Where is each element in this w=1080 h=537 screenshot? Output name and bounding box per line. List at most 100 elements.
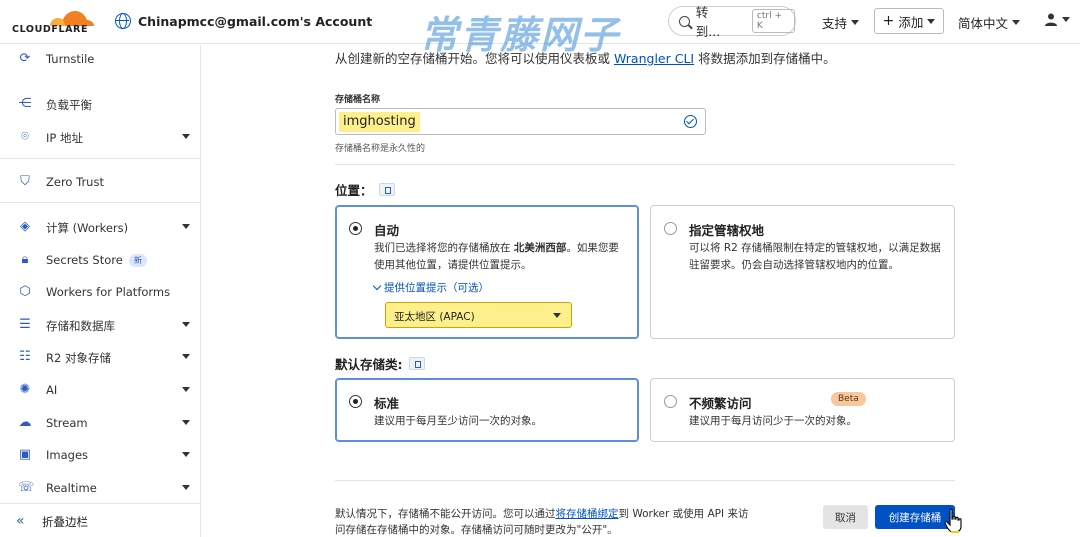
storage-class-title-text: 默认存储类: bbox=[335, 357, 403, 372]
hand-pointer-cursor-icon bbox=[944, 508, 962, 533]
sidebar-item-label: Stream bbox=[46, 416, 88, 430]
goto-label: 转到... bbox=[695, 5, 721, 39]
caret-down-icon bbox=[927, 18, 936, 24]
cube-icon: ⬡ bbox=[19, 284, 31, 299]
sidebar-item-label: Secrets Store bbox=[46, 253, 123, 267]
bucket-name-input[interactable]: imghosting bbox=[335, 108, 706, 135]
language-label: 简体中文 bbox=[958, 16, 1009, 31]
bucket-name-value: imghosting bbox=[339, 112, 420, 132]
sidebar-item-label: AI bbox=[46, 383, 58, 397]
storage-infrequent-title: 不频繁访问 bbox=[689, 396, 752, 411]
intro-prefix: 从创建新的空存储桶开始。您将可以使用仪表板或 bbox=[335, 51, 611, 66]
user-menu[interactable] bbox=[1044, 12, 1070, 26]
bucket-name-label: 存储桶名称 bbox=[335, 95, 381, 105]
ai-sparkle-icon: ✺ bbox=[19, 382, 31, 397]
location-auto-desc: 我们已选择将您的存储桶放在 北美洲西部。如果您要使用其他位置，请提供位置提示。 bbox=[374, 240, 629, 274]
location-jurisdiction-desc: 可以将 R2 存储桶限制在特定的管辖权地，以满足数据驻留要求。仍会自动选择管辖权… bbox=[689, 242, 941, 271]
sidebar-item-realtime[interactable]: ☏ Realtime bbox=[0, 476, 200, 500]
location-pin-icon: ⌾ bbox=[21, 129, 29, 144]
shield-icon: ⛉ bbox=[20, 174, 30, 189]
storage-infrequent-card[interactable]: 不频繁访问 Beta 建议用于每月访问少于一次的对象。 bbox=[650, 378, 955, 442]
location-jurisdiction-card[interactable]: 指定管辖权地 可以将 R2 存储桶限制在特定的管辖权地，以满足数据驻留要求。仍会… bbox=[650, 205, 955, 339]
add-label: 添加 bbox=[898, 14, 924, 30]
sidebar-item-ai[interactable]: ✺ AI bbox=[0, 378, 200, 402]
collapse-label: 折叠边栏 bbox=[42, 515, 88, 529]
sidebar-item-workers-for-platforms[interactable]: ⬡ Workers for Platforms bbox=[0, 280, 200, 304]
sidebar-item-images[interactable]: ▣ Images bbox=[0, 443, 200, 467]
create-bucket-button[interactable]: 创建存储桶 bbox=[875, 505, 955, 529]
location-hint-link-text: 提供位置提示（可选） bbox=[384, 282, 489, 294]
caret-down-icon bbox=[182, 224, 190, 229]
sidebar-item-storage-databases[interactable]: ☰ 存储和数据库 bbox=[0, 313, 200, 337]
account-label: Chinapmcc@gmail.com's Account bbox=[138, 13, 373, 29]
sidebar-item-workers[interactable]: ◈ 计算 (Workers) bbox=[0, 215, 200, 239]
chevron-down-icon bbox=[372, 281, 382, 291]
plus-icon: + bbox=[882, 13, 895, 29]
public-access-note: 默认情况下，存储桶不能公开访问。您可以通过将存储桶绑定到 Worker 或使用 … bbox=[335, 506, 755, 537]
globe-icon bbox=[115, 13, 131, 29]
realtime-icon: ☏ bbox=[18, 480, 35, 495]
user-icon bbox=[1045, 13, 1057, 26]
sidebar-item-label: 负载平衡 bbox=[46, 98, 92, 112]
new-badge: 新 bbox=[128, 254, 147, 267]
sidebar-item-zero-trust[interactable]: ⛉ Zero Trust bbox=[0, 170, 200, 194]
image-icon: ▣ bbox=[18, 447, 32, 462]
sidebar: ⟳ Turnstile ⋲ 负载平衡 ⌾ IP 地址 ⛉ Zero Trust … bbox=[0, 45, 201, 537]
load-balancing-icon: ⋲ bbox=[18, 96, 32, 111]
cancel-button[interactable]: 取消 bbox=[823, 505, 868, 529]
double-chevron-left-icon: « bbox=[16, 513, 25, 529]
storage-standard-card[interactable]: 标准 建议用于每月至少访问一次的对象。 bbox=[335, 378, 639, 442]
sidebar-item-stream[interactable]: ☁ Stream bbox=[0, 411, 200, 435]
caret-down-icon bbox=[182, 420, 190, 425]
sidebar-item-label: Realtime bbox=[46, 481, 97, 495]
bucket-name-helper: 存储桶名称是永久性的 bbox=[335, 144, 426, 154]
caret-down-icon bbox=[182, 485, 190, 490]
add-button[interactable]: + 添加 bbox=[874, 8, 944, 34]
r2-database-icon: ☷ bbox=[19, 349, 31, 364]
bind-bucket-link[interactable]: 将存储桶绑定 bbox=[556, 508, 619, 520]
stream-cloud-icon: ☁ bbox=[18, 415, 32, 430]
location-auto-radio[interactable] bbox=[349, 222, 362, 235]
location-hint-toggle[interactable]: 提供位置提示（可选） bbox=[372, 280, 489, 295]
caret-down-icon bbox=[182, 387, 190, 392]
location-hint-value: 亚太地区 (APAC) bbox=[394, 311, 475, 323]
storage-infrequent-desc: 建议用于每月访问少于一次的对象。 bbox=[689, 415, 857, 427]
sidebar-item-load-balancing[interactable]: ⋲ 负载平衡 bbox=[0, 92, 200, 116]
sidebar-item-ip-addresses[interactable]: ⌾ IP 地址 bbox=[0, 125, 200, 149]
storage-standard-radio[interactable] bbox=[349, 395, 362, 408]
caret-down-icon bbox=[851, 20, 860, 25]
goto-search-button[interactable]: 转到... ctrl + K bbox=[668, 5, 796, 39]
sidebar-item-secrets-store[interactable]: 🔒︎ Secrets Store 新 bbox=[0, 248, 200, 272]
caret-down-icon bbox=[182, 134, 190, 139]
location-auto-card[interactable]: 自动 我们已选择将您的存储桶放在 北美洲西部。如果您要使用其他位置，请提供位置提… bbox=[335, 205, 639, 339]
intro-text: 从创建新的空存储桶开始。您将可以使用仪表板或 Wrangler CLI 将数据添… bbox=[335, 48, 836, 67]
account-switcher[interactable]: Chinapmcc@gmail.com's Account bbox=[115, 13, 372, 29]
location-jurisdiction-radio[interactable] bbox=[664, 222, 677, 235]
docs-icon[interactable] bbox=[378, 183, 395, 196]
location-hint-select[interactable]: 亚太地区 (APAC) bbox=[385, 302, 572, 328]
workers-icon: ◈ bbox=[20, 219, 30, 234]
storage-class-title: 默认存储类: bbox=[335, 354, 425, 373]
storage-standard-title: 标准 bbox=[374, 396, 400, 411]
sidebar-divider bbox=[0, 158, 200, 159]
caret-down-icon bbox=[182, 452, 190, 457]
language-selector[interactable]: 简体中文 bbox=[958, 13, 1021, 32]
sidebar-item-label: Images bbox=[46, 448, 89, 462]
keyboard-shortcut: ctrl + K bbox=[751, 9, 795, 33]
intro-suffix: 将数据添加到存储桶中。 bbox=[698, 51, 836, 66]
sidebar-item-label-wrap: Secrets Store 新 bbox=[46, 253, 147, 267]
sidebar-item-r2[interactable]: ☷ R2 对象存储 bbox=[0, 345, 200, 369]
support-menu[interactable]: 支持 bbox=[822, 13, 860, 32]
caret-down-icon bbox=[1062, 16, 1070, 22]
docs-icon[interactable] bbox=[408, 357, 425, 370]
database-icon: ☰ bbox=[19, 317, 31, 332]
wrangler-cli-link[interactable]: Wrangler CLI bbox=[614, 51, 694, 66]
sidebar-item-turnstile[interactable]: ⟳ Turnstile bbox=[0, 47, 200, 71]
top-bar: CLOUDFLARE Chinapmcc@gmail.com's Account… bbox=[0, 0, 1080, 57]
caret-down-icon bbox=[182, 322, 190, 327]
collapse-sidebar-button[interactable]: « 折叠边栏 bbox=[0, 503, 200, 537]
search-icon bbox=[679, 15, 690, 27]
footer-prefix: 默认情况下，存储桶不能公开访问。您可以通过 bbox=[335, 508, 556, 520]
sidebar-item-label: Zero Trust bbox=[46, 175, 104, 189]
storage-infrequent-radio[interactable] bbox=[664, 395, 677, 408]
